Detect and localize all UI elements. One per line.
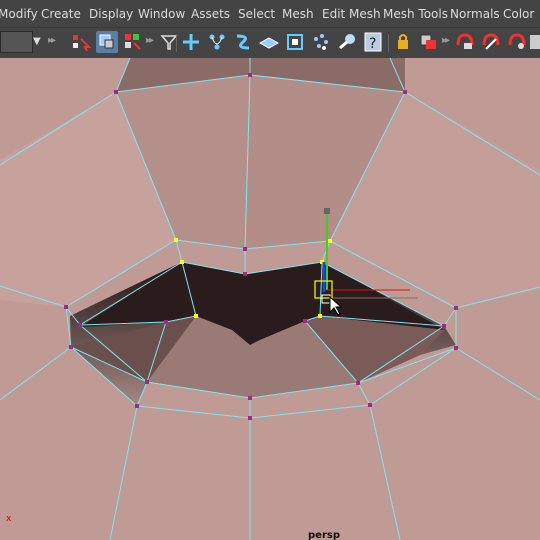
lock-icon[interactable] <box>392 31 414 53</box>
render-icon[interactable] <box>506 31 528 53</box>
collapse-arrows-icon[interactable]: ▸▸ <box>146 35 154 46</box>
menu-mesh[interactable]: Mesh <box>282 7 314 21</box>
menu-edit-mesh[interactable]: Edit Mesh <box>322 7 381 21</box>
menu-mesh-tools[interactable]: Mesh Tools <box>383 7 448 21</box>
menu-create[interactable]: Create <box>41 7 81 21</box>
magnet-icon[interactable] <box>336 31 358 53</box>
snap-plane-icon[interactable] <box>258 31 280 53</box>
snap-vertex-icon[interactable] <box>310 31 332 53</box>
persp-viewport[interactable]: persp x <box>0 58 540 540</box>
divider <box>176 34 177 52</box>
chevron-down-icon[interactable]: ▼ <box>33 36 41 47</box>
menu-bar: Modify Create Display Window Assets Sele… <box>0 0 540 27</box>
menu-color[interactable]: Color <box>503 7 534 21</box>
view-axis-indicator: x <box>6 514 12 524</box>
svg-text:?: ? <box>369 36 376 52</box>
snap-point-icon[interactable] <box>232 31 254 53</box>
selection-lock-icon[interactable] <box>418 31 440 53</box>
select-by-object-icon[interactable] <box>96 31 118 53</box>
select-by-component-icon[interactable] <box>122 31 144 53</box>
help-icon[interactable]: ? <box>362 31 384 53</box>
history-icon[interactable] <box>454 31 476 53</box>
status-line: ▼ ▸▸ ▸▸ ? ▸▸ <box>0 27 540 59</box>
camera-label: persp <box>308 530 340 540</box>
shelf-overflow-icon[interactable] <box>530 31 540 53</box>
menu-display[interactable]: Display <box>89 7 133 21</box>
menu-select[interactable]: Select <box>238 7 275 21</box>
construction-history-icon[interactable] <box>480 31 502 53</box>
snap-surface-icon[interactable] <box>284 31 306 53</box>
divider <box>388 34 389 52</box>
select-by-hierarchy-icon[interactable] <box>70 31 92 53</box>
collapse-arrows-icon[interactable]: ▸▸ <box>48 35 56 46</box>
menu-modify[interactable]: Modify <box>0 7 38 21</box>
snap-curve-icon[interactable] <box>206 31 228 53</box>
menu-normals[interactable]: Normals <box>450 7 500 21</box>
menu-assets[interactable]: Assets <box>191 7 230 21</box>
menu-window[interactable]: Window <box>138 7 185 21</box>
selection-mode-dropdown[interactable] <box>0 31 33 53</box>
snap-grid-icon[interactable] <box>180 31 202 53</box>
collapse-arrows-icon[interactable]: ▸▸ <box>442 35 450 46</box>
mesh-wireframe <box>0 58 540 540</box>
